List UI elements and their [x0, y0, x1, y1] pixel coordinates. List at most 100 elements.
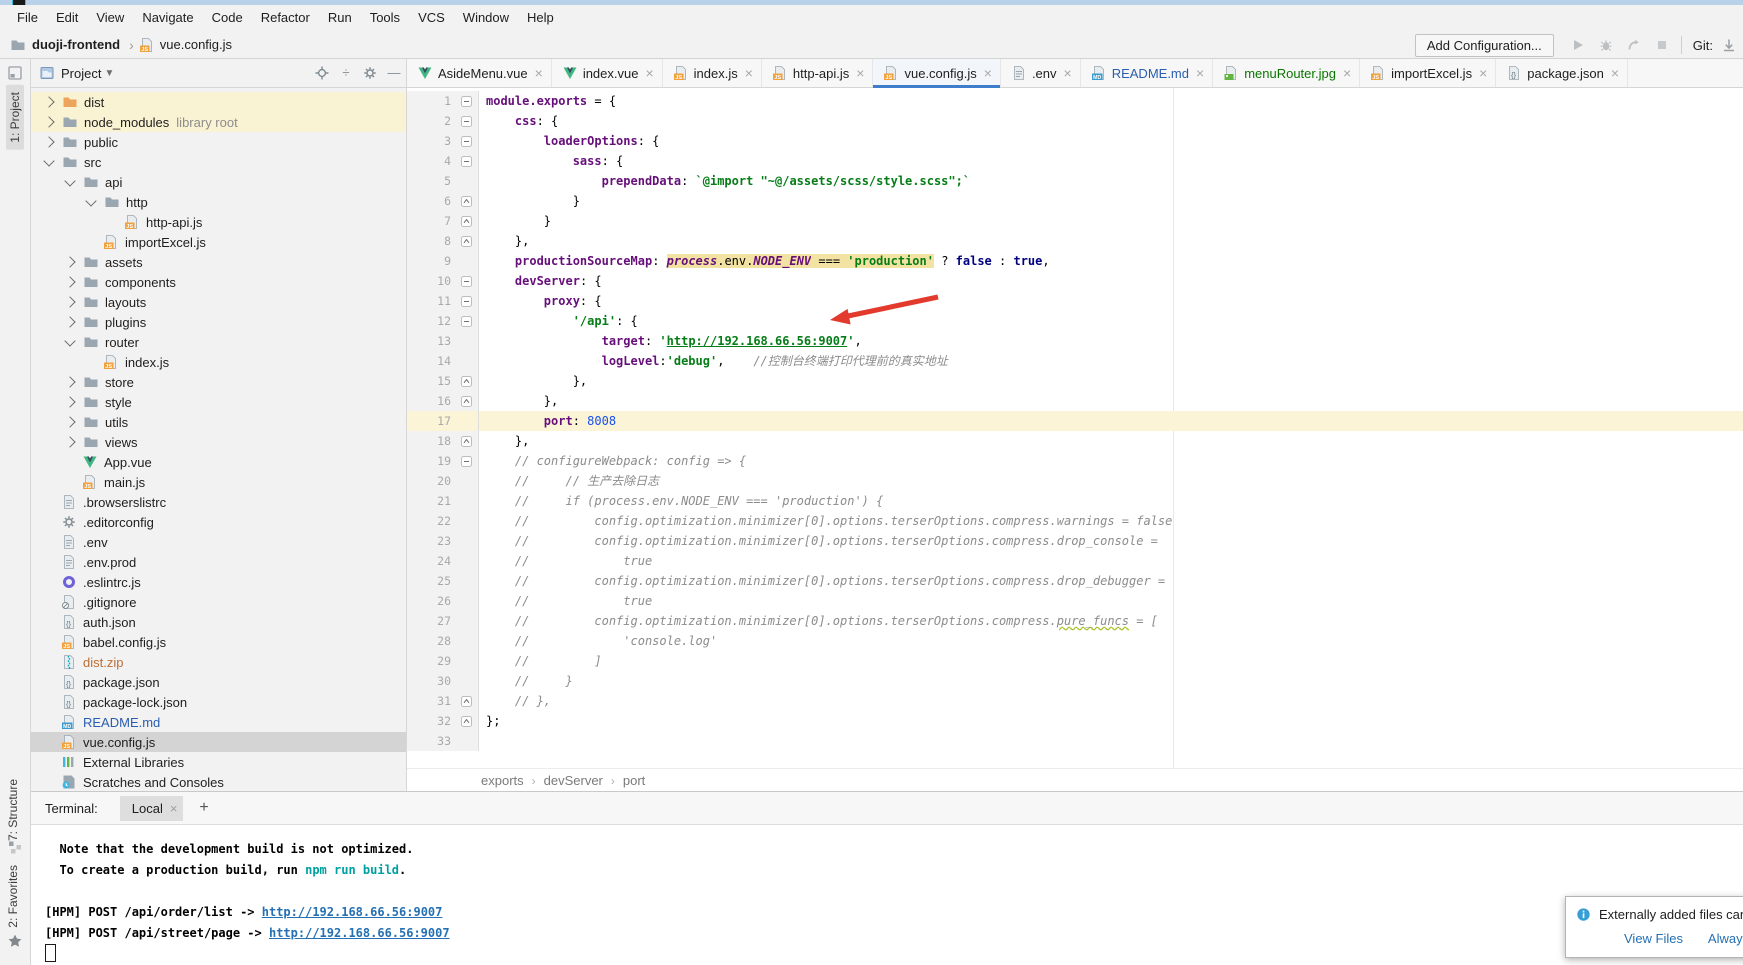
tree-item-importExcel.js[interactable]: JSimportExcel.js — [31, 232, 406, 252]
view-files-link[interactable]: View Files — [1624, 931, 1683, 946]
tree-item-dist[interactable]: dist — [31, 92, 406, 112]
hide-panel-icon[interactable]: — — [386, 65, 402, 81]
editor-tab-vue.config.js[interactable]: JSvue.config.js× — [873, 59, 1000, 87]
new-terminal-icon[interactable]: + — [199, 799, 208, 817]
tree-item-.env.prod[interactable]: .env.prod — [31, 552, 406, 572]
fold-collapse-icon[interactable] — [455, 111, 479, 131]
code-line-27[interactable]: 27 // config.optimization.minimizer[0].o… — [407, 611, 1743, 631]
editor-tab-README.md[interactable]: MDREADME.md× — [1081, 59, 1213, 87]
run-with-coverage-icon[interactable] — [1626, 37, 1642, 53]
tree-item-assets[interactable]: assets — [31, 252, 406, 272]
fold-collapse-icon[interactable] — [455, 91, 479, 111]
tree-item-package-lock.json[interactable]: {}package-lock.json — [31, 692, 406, 712]
terminal-tab-local[interactable]: Local × — [120, 796, 184, 821]
editor-tab-package.json[interactable]: {}package.json× — [1496, 59, 1628, 87]
editor-breadcrumb-port[interactable]: port — [623, 773, 645, 788]
tree-item-api[interactable]: api — [31, 172, 406, 192]
tree-item-http-api.js[interactable]: JShttp-api.js — [31, 212, 406, 232]
tree-item-External Libraries[interactable]: External Libraries — [31, 752, 406, 772]
code-line-11[interactable]: 11 proxy: { — [407, 291, 1743, 311]
code-line-21[interactable]: 21 // if (process.env.NODE_ENV === 'prod… — [407, 491, 1743, 511]
close-tab-icon[interactable]: × — [745, 66, 753, 80]
tree-item-package.json[interactable]: {}package.json — [31, 672, 406, 692]
chevron-collapsed-icon[interactable] — [64, 436, 75, 447]
tree-item-index.js[interactable]: JSindex.js — [31, 352, 406, 372]
always-add-link[interactable]: Always Add — [1708, 931, 1743, 946]
editor-breadcrumb-exports[interactable]: exports — [481, 773, 524, 788]
close-tab-icon[interactable]: × — [645, 66, 653, 80]
tool-window-button-structure[interactable]: 7: Structure — [6, 779, 20, 841]
tree-item-dist.zip[interactable]: dist.zip — [31, 652, 406, 672]
structure-icon[interactable] — [7, 839, 23, 855]
favorites-star-icon[interactable] — [7, 933, 23, 949]
chevron-expanded-icon[interactable] — [43, 155, 54, 166]
editor-tab-AsideMenu.vue[interactable]: AsideMenu.vue× — [407, 59, 552, 87]
tree-item-README.md[interactable]: MDREADME.md — [31, 712, 406, 732]
tree-item-public[interactable]: public — [31, 132, 406, 152]
editor-tab-menuRouter.jpg[interactable]: menuRouter.jpg× — [1213, 59, 1360, 87]
chevron-expanded-icon[interactable] — [85, 195, 96, 206]
close-tab-icon[interactable]: × — [1611, 66, 1619, 80]
tool-windows-icon[interactable] — [7, 65, 23, 81]
code-line-26[interactable]: 26 // true — [407, 591, 1743, 611]
code-line-4[interactable]: 4 sass: { — [407, 151, 1743, 171]
tree-item-router[interactable]: router — [31, 332, 406, 352]
fold-collapse-icon[interactable] — [455, 271, 479, 291]
tree-item-store[interactable]: store — [31, 372, 406, 392]
code-line-18[interactable]: 18 }, — [407, 431, 1743, 451]
chevron-collapsed-icon[interactable] — [64, 316, 75, 327]
tree-item-auth.json[interactable]: {}auth.json — [31, 612, 406, 632]
editor-tab-.env[interactable]: .env× — [1001, 59, 1081, 87]
fold-end-icon[interactable] — [455, 191, 479, 211]
fold-end-icon[interactable] — [455, 371, 479, 391]
fold-collapse-icon[interactable] — [455, 311, 479, 331]
tree-item-node_modules[interactable]: node_moduleslibrary root — [31, 112, 406, 132]
code-line-10[interactable]: 10 devServer: { — [407, 271, 1743, 291]
chevron-collapsed-icon[interactable] — [64, 416, 75, 427]
close-tab-icon[interactable]: × — [856, 66, 864, 80]
code-line-32[interactable]: 32}; — [407, 711, 1743, 731]
tool-window-button-project[interactable]: 1: Project — [6, 85, 24, 150]
close-tab-icon[interactable]: × — [1343, 66, 1351, 80]
code-line-9[interactable]: 9 productionSourceMap: process.env.NODE_… — [407, 251, 1743, 271]
code-line-25[interactable]: 25 // config.optimization.minimizer[0].o… — [407, 571, 1743, 591]
menu-run[interactable]: Run — [319, 5, 361, 31]
code-line-2[interactable]: 2 css: { — [407, 111, 1743, 131]
code-line-22[interactable]: 22 // config.optimization.minimizer[0].o… — [407, 511, 1743, 531]
chevron-expanded-icon[interactable] — [64, 335, 75, 346]
code-line-7[interactable]: 7 } — [407, 211, 1743, 231]
editor-tab-importExcel.js[interactable]: JSimportExcel.js× — [1360, 59, 1496, 87]
tree-item-main.js[interactable]: JSmain.js — [31, 472, 406, 492]
editor-tab-http-api.js[interactable]: JShttp-api.js× — [762, 59, 874, 87]
chevron-collapsed-icon[interactable] — [64, 296, 75, 307]
chevron-collapsed-icon[interactable] — [64, 276, 75, 287]
code-line-20[interactable]: 20 // // 生产去除日志 — [407, 471, 1743, 491]
tree-item-.gitignore[interactable]: .gitignore — [31, 592, 406, 612]
chevron-collapsed-icon[interactable] — [43, 96, 54, 107]
code-line-5[interactable]: 5 prependData: `@import "~@/assets/scss/… — [407, 171, 1743, 191]
close-tab-icon[interactable]: × — [1479, 66, 1487, 80]
menu-refactor[interactable]: Refactor — [252, 5, 319, 31]
settings-gear-icon[interactable] — [362, 65, 378, 81]
menu-tools[interactable]: Tools — [361, 5, 409, 31]
tree-item-src[interactable]: src — [31, 152, 406, 172]
chevron-down-icon[interactable]: ▼ — [104, 68, 114, 79]
code-line-6[interactable]: 6 } — [407, 191, 1743, 211]
code-line-12[interactable]: 12 '/api': { — [407, 311, 1743, 331]
code-line-29[interactable]: 29 // ] — [407, 651, 1743, 671]
code-line-13[interactable]: 13 target: 'http://192.168.66.56:9007', — [407, 331, 1743, 351]
code-editor[interactable]: 1module.exports = {2 css: {3 loaderOptio… — [407, 88, 1743, 751]
editor-tab-index.js[interactable]: JSindex.js× — [663, 59, 762, 87]
fold-end-icon[interactable] — [455, 391, 479, 411]
tool-window-button-favorites[interactable]: 2: Favorites — [6, 865, 20, 928]
fold-end-icon[interactable] — [455, 231, 479, 251]
tree-item-plugins[interactable]: plugins — [31, 312, 406, 332]
code-line-23[interactable]: 23 // config.optimization.minimizer[0].o… — [407, 531, 1743, 551]
fold-end-icon[interactable] — [455, 211, 479, 231]
terminal-output[interactable]: Note that the development build is not o… — [31, 825, 1743, 965]
tree-item-http[interactable]: http — [31, 192, 406, 212]
fold-end-icon[interactable] — [455, 431, 479, 451]
close-terminal-tab-icon[interactable]: × — [170, 801, 178, 816]
close-tab-icon[interactable]: × — [984, 66, 992, 80]
tree-item-.eslintrc.js[interactable]: .eslintrc.js — [31, 572, 406, 592]
